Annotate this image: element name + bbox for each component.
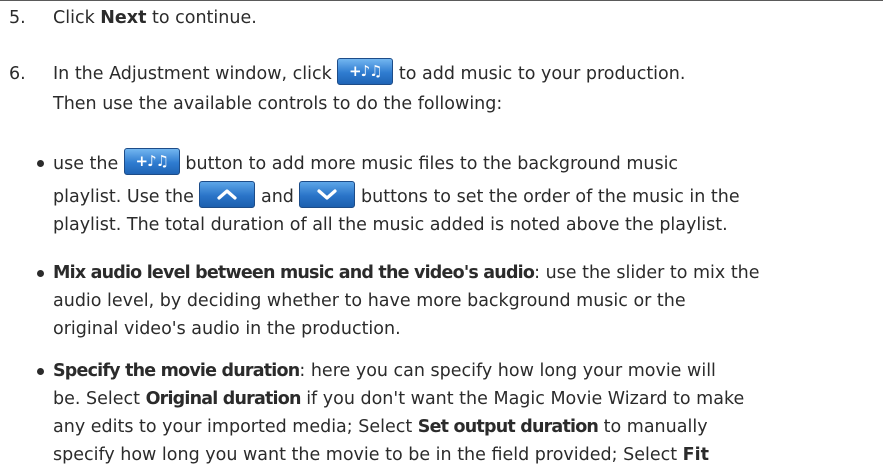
original-duration-label: Original duration (145, 389, 302, 409)
add-music-icon: +♪♫ (123, 147, 180, 175)
set-output-duration-label: Set output duration (417, 417, 599, 437)
bullet-dot (37, 270, 44, 277)
step-text: In the Adjustment window, click +♪♫ to a… (53, 57, 853, 119)
bullet-movie-duration: Specify the movie duration: here you can… (0, 357, 860, 469)
add-music-icon: +♪♫ (337, 57, 394, 85)
step-number: 5. (9, 8, 26, 28)
bullet-dot (37, 160, 44, 167)
movie-duration-heading: Specify the movie duration (53, 361, 300, 381)
top-rule (0, 0, 883, 1)
step-text: Click Next to continue. (53, 8, 257, 28)
step-number: 6. (9, 64, 26, 84)
next-label: Next (100, 8, 147, 28)
chevron-up-icon (199, 180, 256, 208)
bullet-dot (37, 368, 44, 375)
bullet-add-music: use the +♪♫ button to add more music fil… (0, 147, 860, 239)
bullet-mix-audio: Mix audio level between music and the vi… (0, 259, 860, 343)
chevron-down-icon (299, 180, 356, 208)
fit-label: Fit (682, 445, 709, 465)
step-6: 6. In the Adjustment window, click +♪♫ t… (0, 57, 860, 121)
mix-audio-heading: Mix audio level between music and the vi… (53, 263, 535, 283)
